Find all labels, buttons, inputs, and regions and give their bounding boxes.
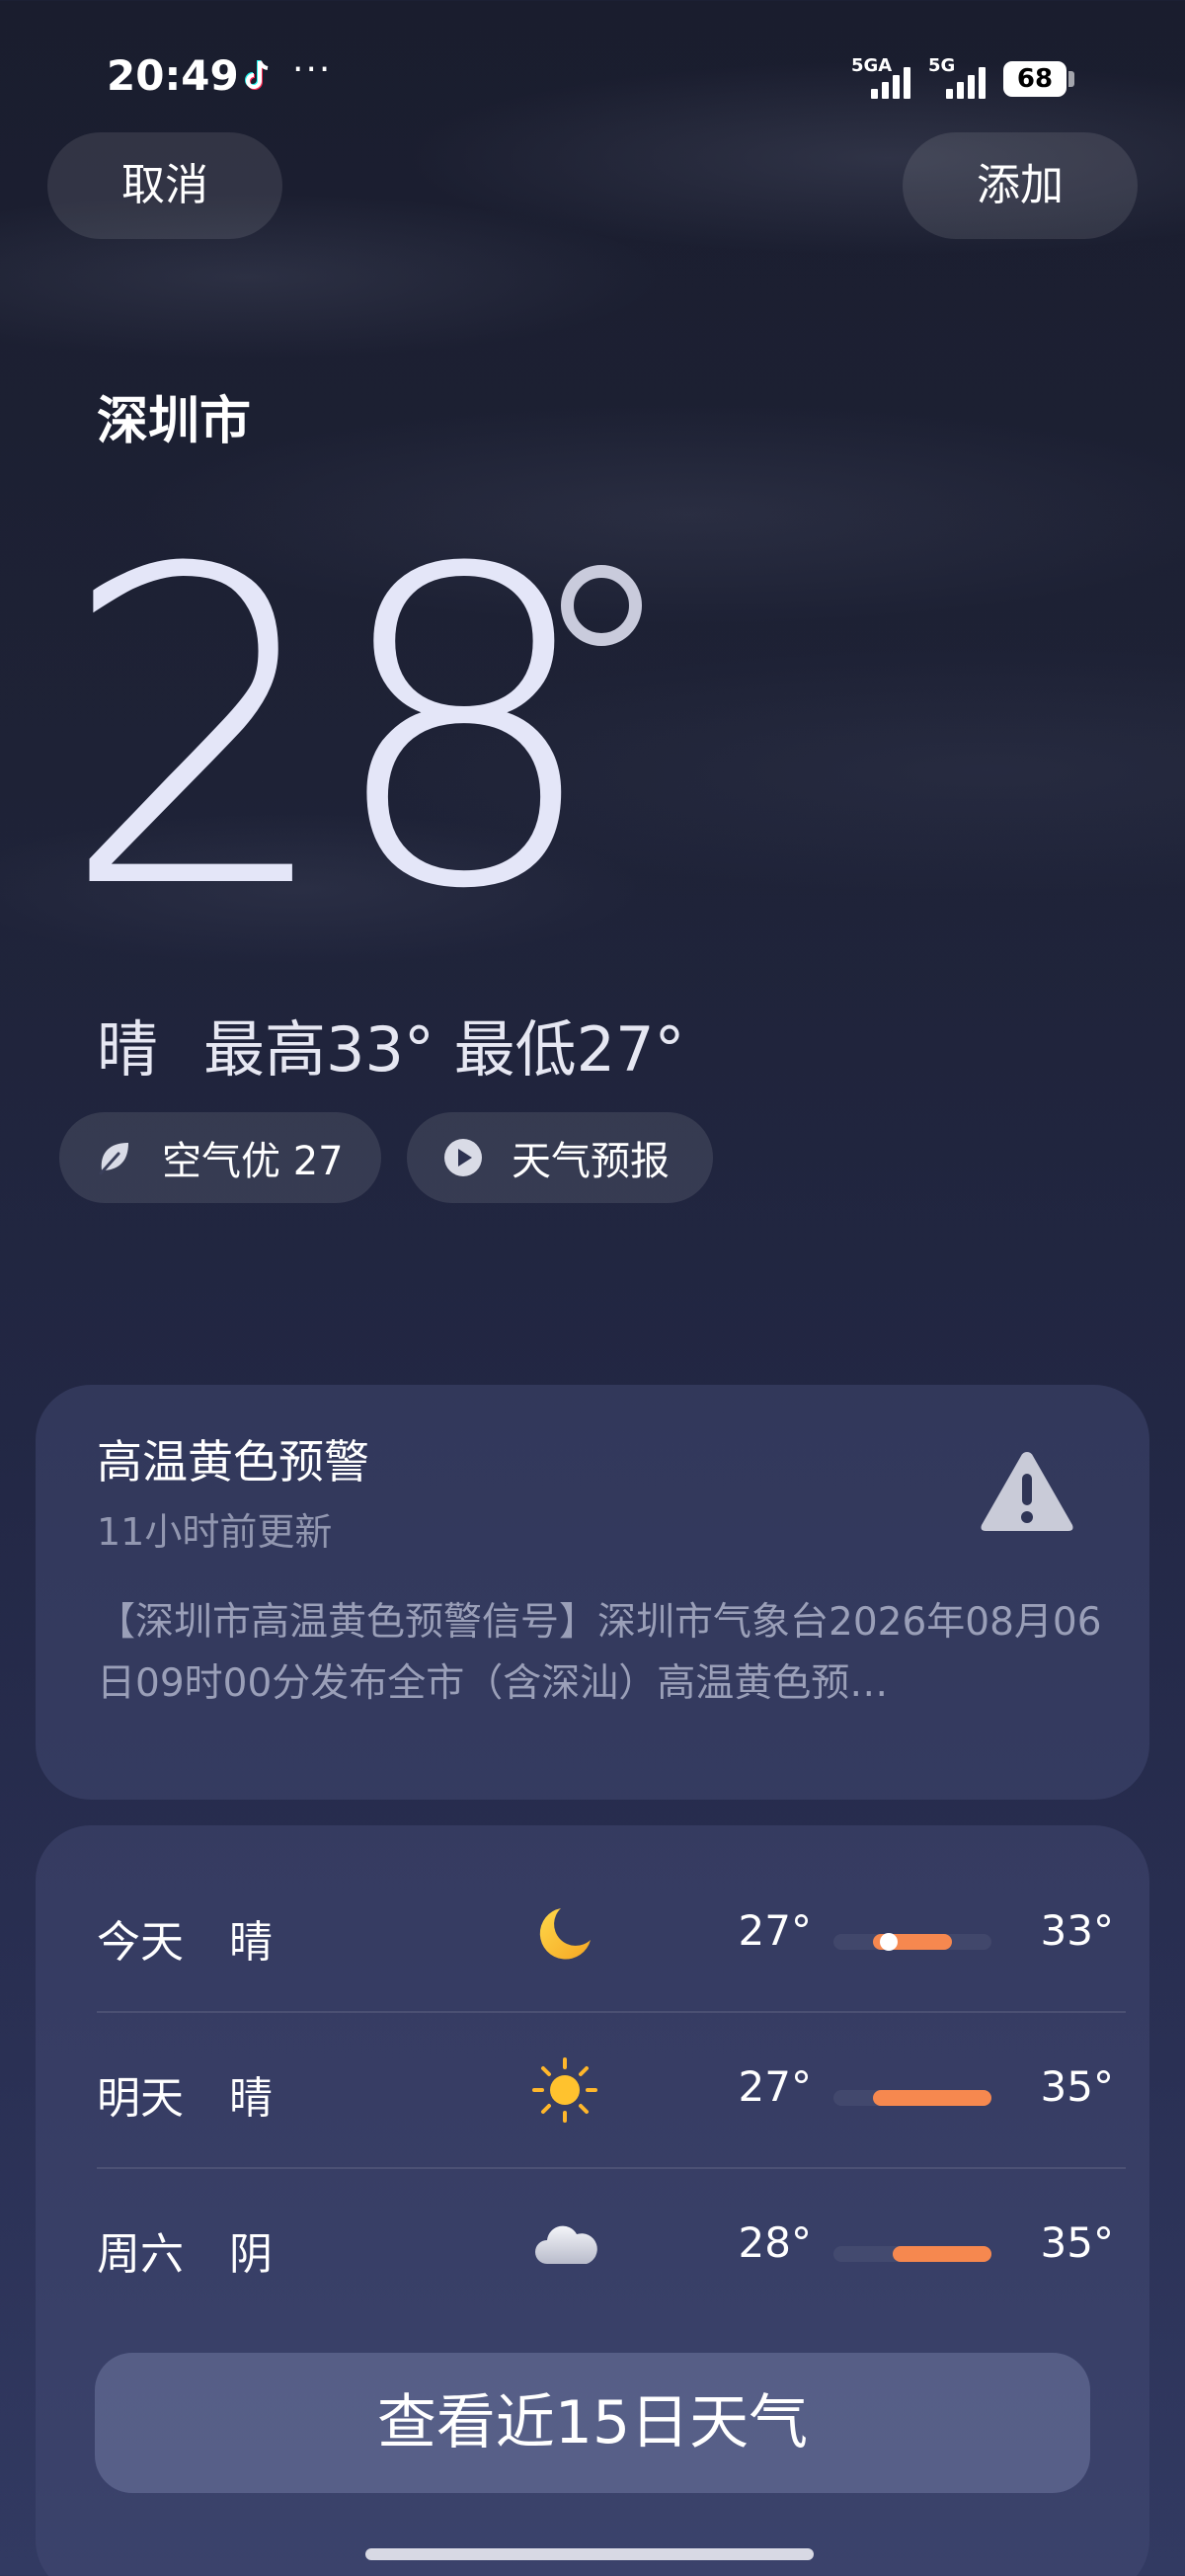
forecast-day: 今天 <box>97 1917 184 1968</box>
tiktok-icon <box>245 60 269 90</box>
more-notifications-icon: ··· <box>292 49 333 90</box>
signal-5ga-icon: 5GA <box>851 55 920 99</box>
heat-warning-card[interactable]: 高温黄色预警 11小时前更新 【深圳市高温黄色预警信号】深圳市气象台2026年0… <box>36 1385 1149 1800</box>
warning-title: 高温黄色预警 <box>97 1435 369 1489</box>
weather-video-chip[interactable]: 天气预报 <box>407 1112 713 1203</box>
home-indicator[interactable] <box>365 2548 814 2560</box>
degree-symbol <box>561 565 642 646</box>
signal-5g-icon: 5G <box>928 55 997 99</box>
forecast-high: 35° <box>1040 2218 1114 2267</box>
forecast-row[interactable]: 周六 阴 28° 35° <box>97 2169 1126 2325</box>
leaf-icon <box>99 1143 128 1175</box>
warning-updated-time: 11小时前更新 <box>97 1510 333 1554</box>
current-temperature: 28 <box>59 478 602 984</box>
forecast-day: 周六 <box>97 2229 184 2280</box>
add-button[interactable]: 添加 <box>903 132 1138 239</box>
current-temperature-marker <box>880 1933 898 1951</box>
warning-message: 【深圳市高温黄色预警信号】深圳市气象台2026年08月06日09时00分发布全市… <box>97 1600 1102 1706</box>
temperature-range-bar <box>833 2246 991 2262</box>
forecast-condition: 晴 <box>229 1917 273 1968</box>
temperature-range-bar <box>833 1933 991 1951</box>
temperature-range-bar <box>833 2090 991 2106</box>
forecast-row[interactable]: 明天 晴 27° 35° <box>97 2013 1126 2169</box>
forecast-high: 35° <box>1040 2062 1114 2111</box>
forecast-high: 33° <box>1040 1906 1114 1955</box>
forecast-condition: 晴 <box>229 2073 273 2124</box>
temperature-range-fill <box>893 2246 991 2262</box>
air-quality-label: 空气优 27 <box>162 1139 344 1184</box>
weather-video-label: 天气预报 <box>512 1139 670 1184</box>
moon-icon <box>539 1908 591 1960</box>
view-15-day-forecast-button[interactable]: 查看近15日天气 <box>95 2353 1090 2493</box>
forecast-low: 27° <box>738 1906 812 1955</box>
battery-tip <box>1068 71 1074 87</box>
temperature-range-fill <box>873 2090 991 2106</box>
forecast-low: 28° <box>738 2218 812 2267</box>
air-quality-chip[interactable]: 空气优 27 <box>59 1112 381 1203</box>
sun-icon <box>532 2057 597 2123</box>
city-name: 深圳市 <box>97 392 252 451</box>
condition-line: 晴最高33° 最低27° <box>97 1000 685 1088</box>
battery-icon: 68 <box>1003 61 1066 97</box>
play-icon <box>444 1139 482 1176</box>
cloud-icon <box>535 2225 597 2264</box>
high-low-text: 最高33° 最低27° <box>203 1013 685 1086</box>
forecast-day: 明天 <box>97 2073 184 2124</box>
warning-triangle-icon <box>981 1452 1073 1531</box>
condition-text: 晴 <box>97 1013 159 1086</box>
forecast-row[interactable]: 今天 晴 27° 33° <box>97 1857 1126 2013</box>
forecast-condition: 阴 <box>229 2229 273 2280</box>
forecast-card: 今天 晴 27° 33° 明天 晴 27° 35° 周六 阴 28° 35° 查… <box>36 1825 1149 2576</box>
cancel-button[interactable]: 取消 <box>47 132 282 239</box>
forecast-low: 27° <box>738 2062 812 2111</box>
status-time: 20:49 <box>107 51 239 100</box>
